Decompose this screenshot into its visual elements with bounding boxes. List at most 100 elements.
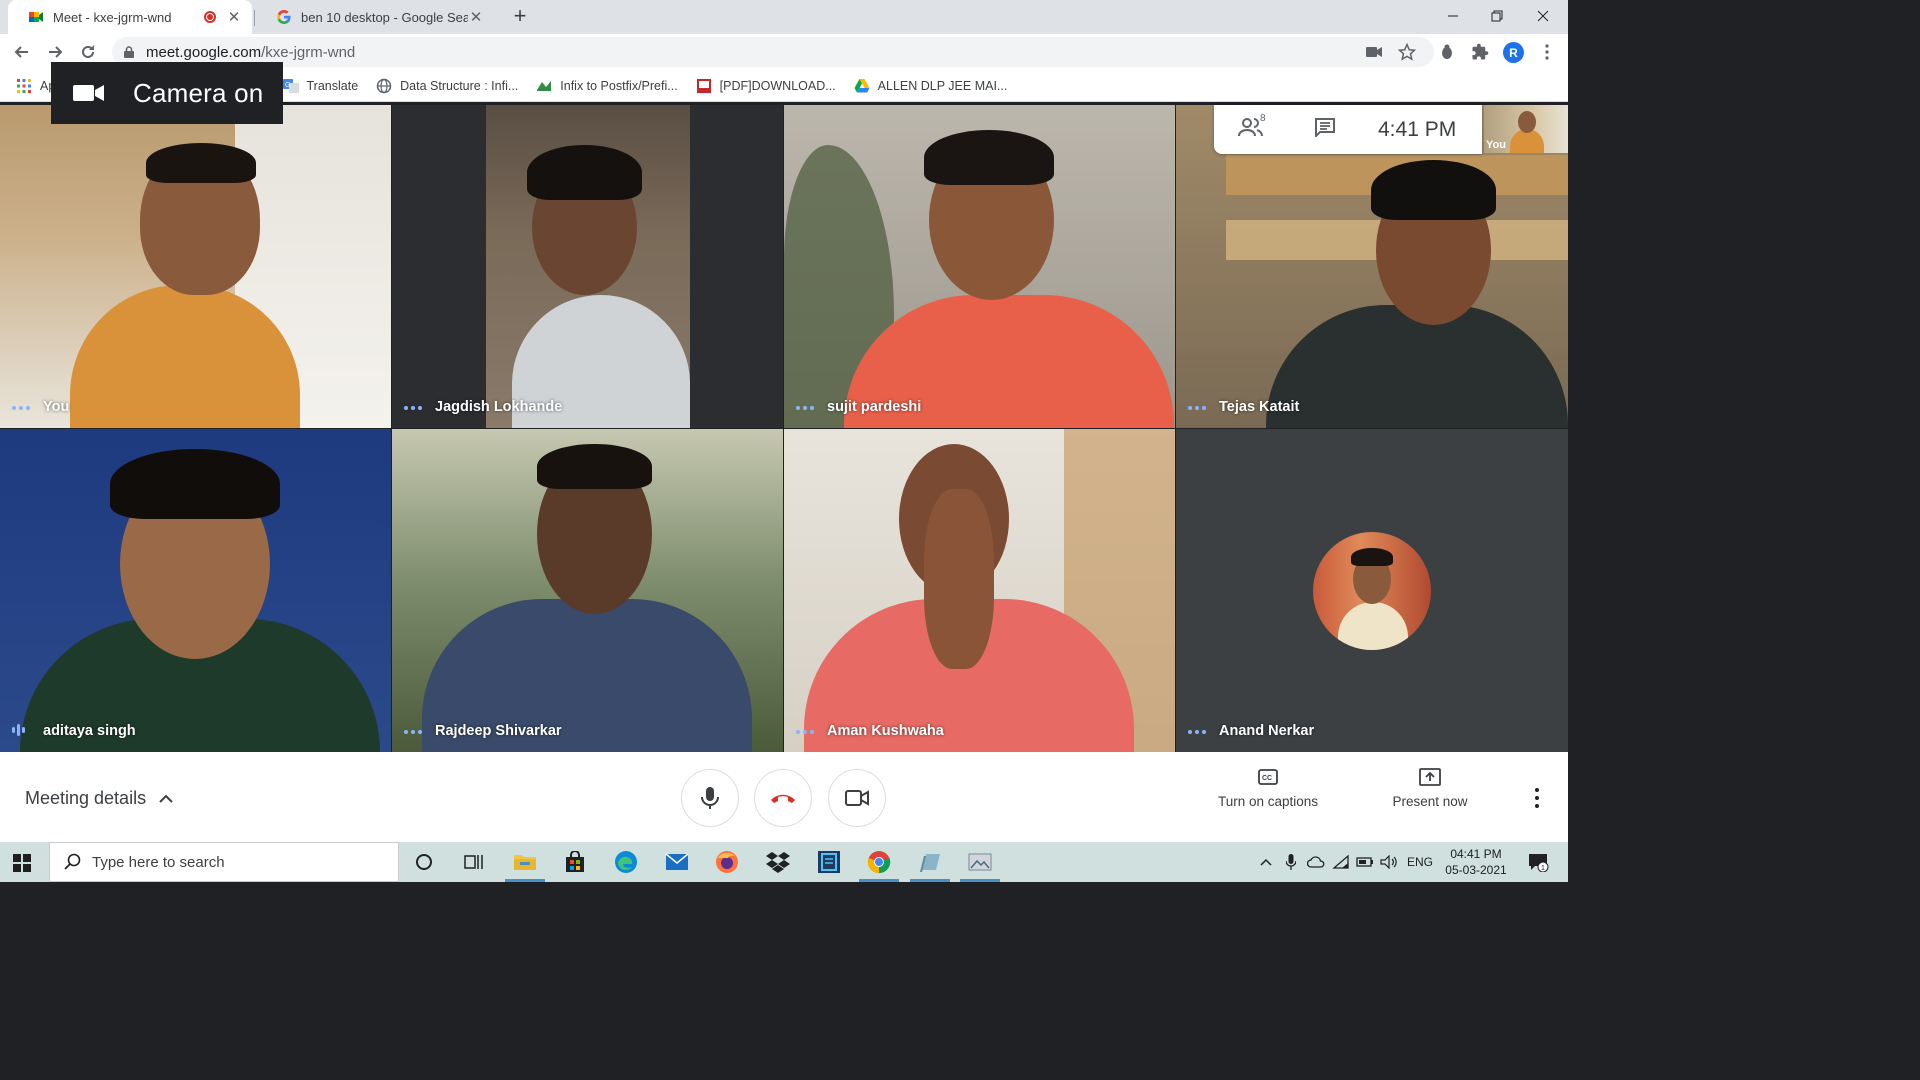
more-options-icon[interactable] (12, 406, 30, 410)
notepad-icon (920, 854, 940, 872)
bookmark-translate[interactable]: G Translate (282, 78, 358, 94)
more-options-icon[interactable] (1188, 406, 1206, 410)
bookmark-allen-dlp[interactable]: ALLEN DLP JEE MAI... (854, 78, 1007, 94)
speaker-icon (1380, 855, 1397, 869)
tab-meet[interactable]: Meet - kxe-jgrm-wnd ✕ (8, 0, 252, 34)
search-icon (64, 853, 81, 870)
meeting-controls-bar: Meeting details CC Turn on captions Pres… (0, 752, 1568, 842)
close-tab-icon[interactable]: ✕ (226, 8, 242, 26)
cloud-icon (1307, 856, 1325, 868)
participant-tile-sujit[interactable]: sujit pardeshi (784, 105, 1175, 428)
self-view-thumbnail[interactable]: You (1484, 105, 1568, 153)
wifi-icon (1332, 854, 1349, 869)
battery-tray-icon[interactable] (1354, 842, 1376, 882)
taskbar-search-input[interactable]: Type here to search (49, 842, 399, 882)
extensions-puzzle-icon[interactable] (1470, 42, 1490, 62)
microphone-tray-icon[interactable] (1281, 842, 1301, 882)
browser-menu-icon[interactable] (1537, 42, 1557, 62)
person-hands (924, 489, 994, 669)
cortana-button[interactable] (400, 842, 448, 882)
back-button[interactable] (10, 40, 34, 64)
bookmark-infix-postfix[interactable]: Infix to Postfix/Prefi... (536, 78, 678, 94)
close-tab-icon[interactable]: ✕ (468, 8, 484, 26)
taskbar-clock[interactable]: 04:41 PM 05-03-2021 (1440, 846, 1512, 878)
bookmark-star-icon[interactable] (1397, 42, 1417, 62)
chat-button[interactable] (1314, 117, 1336, 142)
network-tray-icon[interactable] (1330, 842, 1352, 882)
show-hidden-icons-button[interactable] (1256, 842, 1276, 882)
chrome-app[interactable] (855, 842, 903, 882)
onedrive-tray-icon[interactable] (1305, 842, 1327, 882)
photos-app[interactable] (956, 842, 1004, 882)
profile-avatar[interactable]: R (1503, 42, 1524, 63)
forward-button[interactable] (43, 40, 67, 64)
task-view-button[interactable] (450, 842, 498, 882)
vscode-app[interactable] (805, 842, 853, 882)
more-options-icon[interactable] (796, 406, 814, 410)
microphone-button[interactable] (681, 769, 739, 827)
person-body (1266, 305, 1568, 428)
camera-on-label: Camera on (133, 77, 264, 108)
url-path: /kxe-jgrm-wnd (261, 43, 356, 61)
present-now-button[interactable]: Present now (1360, 766, 1500, 809)
present-now-label: Present now (1392, 794, 1468, 809)
start-button[interactable] (13, 854, 31, 877)
tab-google-search[interactable]: ben 10 desktop - Google Search ✕ (256, 0, 494, 34)
participant-name: Aman Kushwaha (827, 723, 944, 739)
file-explorer-app[interactable] (501, 842, 549, 882)
reload-button[interactable] (76, 40, 100, 64)
camera-in-use-icon[interactable] (1364, 42, 1384, 62)
participant-tile-jagdish[interactable]: Jagdish Lokhande (392, 105, 783, 428)
dropbox-app[interactable] (754, 842, 802, 882)
extension-bug-icon[interactable] (1437, 42, 1457, 62)
participant-tile-rajdeep[interactable]: Rajdeep Shivarkar (392, 429, 783, 752)
meeting-details-button[interactable]: Meeting details (25, 788, 174, 809)
input-language[interactable]: ENG (1404, 842, 1436, 882)
participant-tile-you[interactable]: You (0, 105, 391, 428)
participant-count: 8 (1260, 113, 1266, 124)
more-options-icon[interactable] (404, 730, 422, 734)
arrow-right-icon (49, 46, 63, 58)
restore-button[interactable] (1474, 0, 1520, 32)
person-hair (110, 449, 280, 519)
url-host: meet.google.com (146, 43, 262, 61)
more-options-icon[interactable] (404, 406, 422, 410)
firefox-app[interactable] (703, 842, 751, 882)
address-bar[interactable]: meet.google.com/kxe-jgrm-wnd (112, 37, 1434, 67)
mail-icon (665, 853, 689, 870)
bookmark-data-structure[interactable]: Data Structure : Infi... (376, 78, 518, 94)
bookmark-pdf-download[interactable]: [PDF]DOWNLOAD... (696, 78, 836, 94)
more-options-icon[interactable] (796, 730, 814, 734)
clock-date: 05-03-2021 (1445, 863, 1507, 877)
pdf-icon (696, 78, 711, 93)
participant-name: Jagdish Lokhande (435, 399, 563, 415)
notepad-app[interactable] (906, 842, 954, 882)
clock-time: 04:41 PM (1450, 847, 1502, 861)
google-meet-icon (29, 12, 43, 22)
edge-app[interactable] (602, 842, 650, 882)
leave-call-button[interactable] (754, 769, 812, 827)
participant-tile-aditaya[interactable]: aditaya singh (0, 429, 391, 752)
action-center-button[interactable]: 1 (1522, 842, 1554, 882)
video-camera-icon (73, 85, 104, 101)
participant-tile-anand[interactable]: Anand Nerkar (1176, 429, 1568, 752)
new-tab-button[interactable]: + (508, 4, 532, 28)
close-window-button[interactable] (1520, 0, 1566, 32)
folder-icon (514, 855, 536, 870)
bookmark-label: Infix to Postfix/Prefi... (560, 78, 678, 93)
store-app[interactable] (551, 842, 599, 882)
participants-button[interactable]: 8 (1238, 113, 1266, 142)
captions-button[interactable]: CC Turn on captions (1198, 766, 1338, 809)
participant-tile-aman[interactable]: Aman Kushwaha (784, 429, 1175, 752)
bookmark-label: Data Structure : Infi... (400, 78, 519, 93)
more-options-button[interactable] (1530, 788, 1544, 808)
more-options-icon[interactable] (1188, 730, 1206, 734)
mail-app[interactable] (653, 842, 701, 882)
participant-name: Rajdeep Shivarkar (435, 723, 562, 739)
minimize-button[interactable] (1430, 0, 1476, 32)
firefox-icon (716, 851, 738, 873)
camera-button[interactable] (828, 769, 886, 827)
volume-tray-icon[interactable] (1378, 842, 1400, 882)
restore-icon (1491, 10, 1503, 22)
bookmark-apps[interactable]: Ap (16, 78, 55, 94)
